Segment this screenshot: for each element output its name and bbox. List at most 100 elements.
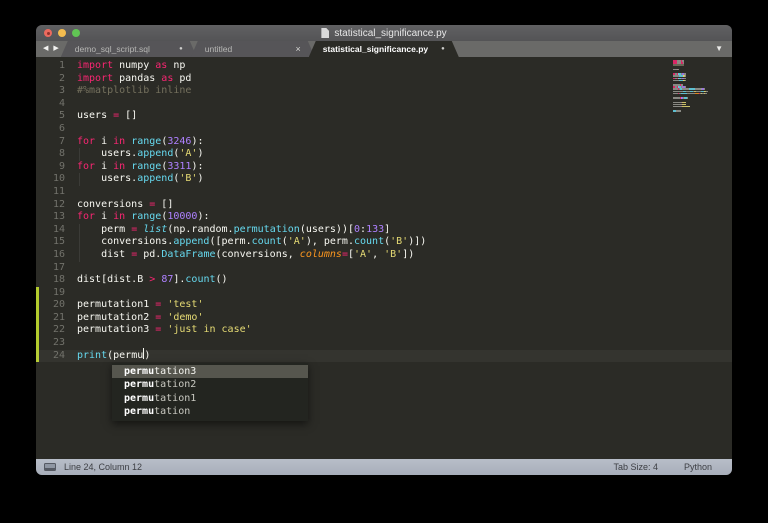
code-line[interactable]: 23 [36,337,732,350]
token-str: 'test' [167,299,203,310]
monitor-icon[interactable] [44,463,56,471]
token-fg: ]) [402,249,414,260]
token-param: columns [300,249,342,260]
close-tab-icon[interactable]: × [296,44,301,54]
line-number: 15 [36,236,72,249]
token-fg: )]) [408,236,426,247]
code-line[interactable]: 16 dist = pd.DataFrame(conversions, colu… [36,249,732,262]
window-title: statistical_significance.py [334,28,446,39]
code-text [72,287,77,300]
line-number: 9 [36,161,72,174]
token-fn: count [185,274,215,285]
code-line[interactable]: 15 conversions.append([perm.count('A'), … [36,236,732,249]
code-line[interactable]: 3 #%matplotlib inline [36,85,732,98]
nav-back-icon[interactable]: ◀ [43,41,48,57]
modified-dot-icon[interactable]: ● [441,46,445,52]
token-fg: i [95,136,113,147]
tab-strip: demo_sql_script.sql●untitled×statistical… [67,41,459,57]
token-fg: pd. [137,249,161,260]
token-kw: import [77,73,113,84]
token-fg: users [77,110,113,121]
code-line[interactable]: 20permutation1 = 'test' [36,299,732,312]
autocomplete-item[interactable]: permutation [112,405,308,418]
code-line[interactable]: 4 [36,98,732,111]
status-bar: Line 24, Column 12 Tab Size: 4 Python [36,459,732,475]
code-line[interactable]: 6 [36,123,732,136]
autocomplete-item[interactable]: permutation1 [112,392,308,405]
code-line[interactable]: 7for i in range(3246): [36,136,732,149]
code-area[interactable]: 1import numpy as np2import pandas as pd3… [36,57,732,362]
code-line[interactable]: 11 [36,186,732,199]
code-line[interactable]: 14 perm = list(np.random.permutation(use… [36,224,732,237]
code-line[interactable]: 2import pandas as pd [36,73,732,86]
token-str: 'A' [288,236,306,247]
code-line[interactable]: 9for i in range(3311): [36,161,732,174]
token-str: 'B' [384,249,402,260]
code-text: permutation3 = 'just in case' [72,324,252,337]
nav-forward-icon[interactable]: ▶ [53,41,58,57]
token-fg: np [167,60,185,71]
token-fn: range [131,136,161,147]
token-fg: numpy [113,60,155,71]
close-window-button[interactable] [44,29,52,37]
minimap[interactable] [673,60,719,113]
zoom-window-button[interactable] [72,29,80,37]
code-text: users.append('B') [72,173,203,186]
code-line[interactable]: 5users = [] [36,110,732,123]
overflow-menu-icon[interactable]: ▼ [715,41,723,57]
code-line[interactable]: 22permutation3 = 'just in case' [36,324,732,337]
line-number: 4 [36,98,72,111]
token-fg: ]. [173,274,185,285]
cursor-position-label: Line 24, Column 12 [64,462,142,472]
autocomplete-item[interactable]: permutation3 [112,365,308,378]
token-str: 'demo' [167,312,203,323]
syntax-label[interactable]: Python [684,462,712,472]
minimap-line [673,110,719,112]
token-kw: for [77,136,95,147]
token-fg: conversions [77,199,149,210]
minimize-window-button[interactable] [58,29,66,37]
token-fg: perm [77,224,131,235]
editor[interactable]: 1import numpy as np2import pandas as pd3… [36,57,732,459]
autocomplete-match: permu [124,393,154,404]
code-text: print(permu) [72,350,150,363]
line-number: 3 [36,85,72,98]
token-fn: permutation [234,224,300,235]
tab-size-label[interactable]: Tab Size: 4 [613,462,658,472]
token-fg: dist[dist.B [77,274,149,285]
tab-statistical-significance-py[interactable]: statistical_significance.py ● [309,41,459,57]
autocomplete-item[interactable]: permutation2 [112,378,308,391]
modified-dot-icon[interactable]: ● [179,46,183,52]
code-text: dist[dist.B > 87].count() [72,274,228,287]
code-line[interactable]: 12conversions = [] [36,199,732,212]
token-fg: i [95,161,113,172]
status-left: Line 24, Column 12 [44,462,142,472]
code-text: users.append('A') [72,148,203,161]
tab-untitled[interactable]: untitled× [191,41,315,57]
minimap-token [705,93,706,95]
token-str: 'just in case' [167,324,251,335]
autocomplete-match: permu [124,366,154,377]
code-line[interactable]: 10 users.append('B') [36,173,732,186]
tab-label: statistical_significance.py [323,44,428,54]
token-fg: i [95,211,113,222]
indent-guide [79,173,80,186]
tab-demo-sql-script-sql[interactable]: demo_sql_script.sql● [61,41,197,57]
token-fg: ): [197,211,209,222]
line-number: 8 [36,148,72,161]
code-line[interactable]: 18dist[dist.B > 87].count() [36,274,732,287]
code-line[interactable]: 19 [36,287,732,300]
token-cmt: #%matplotlib inline [77,85,191,96]
code-line[interactable]: 13for i in range(10000): [36,211,732,224]
code-line[interactable]: 1import numpy as np [36,60,732,73]
code-line[interactable]: 21permutation2 = 'demo' [36,312,732,325]
status-right: Tab Size: 4 Python [613,462,712,472]
line-number: 13 [36,211,72,224]
code-text [72,186,77,199]
token-num: 87 [161,274,173,285]
autocomplete-match: permu [124,379,154,390]
code-line[interactable]: 17 [36,262,732,275]
code-line[interactable]: 8 users.append('A') [36,148,732,161]
indent-guide [79,236,80,249]
code-line[interactable]: 24print(permu) [36,350,732,363]
